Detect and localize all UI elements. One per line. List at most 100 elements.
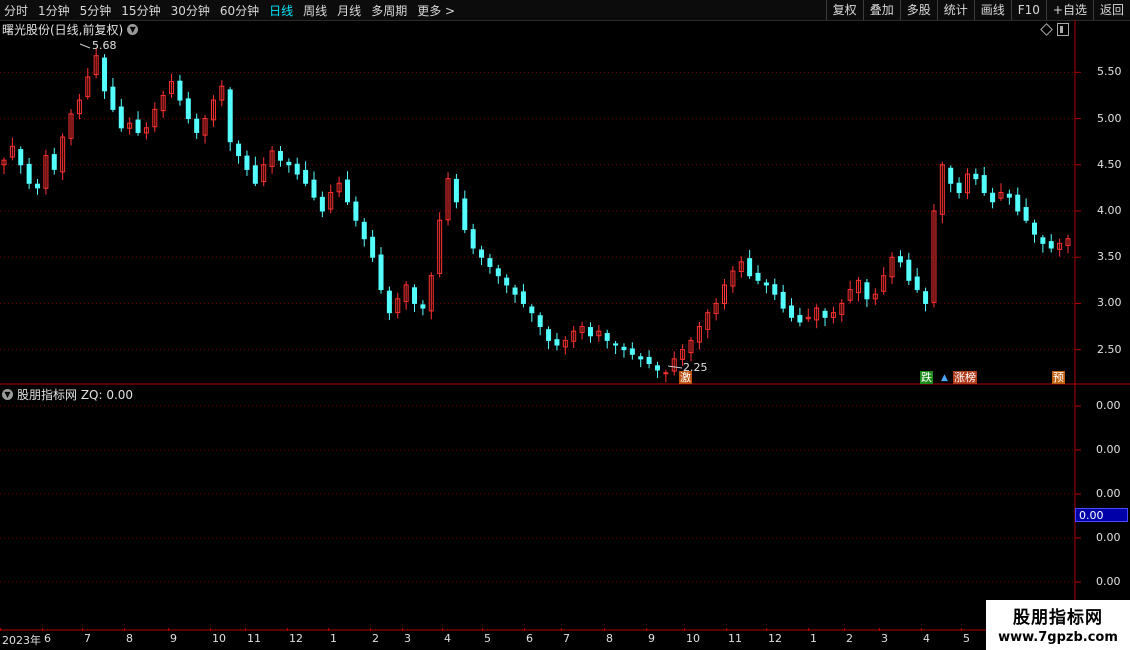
candle	[319, 196, 325, 212]
watermark-url: www.7gpzb.com	[998, 630, 1118, 645]
candle	[990, 192, 996, 203]
fall-badge[interactable]: 跌	[920, 371, 933, 384]
date-tick: 8	[606, 632, 613, 645]
candle	[462, 198, 468, 230]
candle	[956, 182, 962, 194]
candle	[981, 175, 987, 194]
candle	[1031, 222, 1037, 235]
price-tick: 5.00	[1097, 111, 1122, 125]
date-tick: 1	[810, 632, 817, 645]
candle	[629, 348, 635, 355]
hot-badge[interactable]: 激	[679, 371, 692, 384]
candle	[948, 167, 954, 184]
current-value-box: 0.00	[1075, 508, 1128, 522]
date-tick: 7	[84, 632, 91, 645]
date-tick: 5	[484, 632, 491, 645]
date-tick: 4	[923, 632, 930, 645]
candle	[412, 287, 418, 304]
candle	[420, 304, 426, 309]
candle	[755, 272, 761, 281]
price-tick: 4.00	[1097, 204, 1122, 217]
date-tick: 2	[846, 632, 853, 645]
candle	[344, 179, 350, 203]
watermark: 股朋指标网 www.7gpzb.com	[986, 600, 1130, 650]
watermark-title: 股朋指标网	[1013, 608, 1103, 628]
date-tick: 7	[563, 632, 570, 645]
indicator-label: 股朋指标网 ZQ: 0.00	[17, 388, 134, 402]
candle	[26, 163, 32, 184]
candle	[1040, 237, 1046, 244]
candle	[772, 284, 778, 295]
candle	[185, 98, 191, 120]
candle	[1023, 206, 1029, 221]
candle	[118, 106, 124, 129]
date-tick: 12	[289, 632, 303, 645]
chevron-down-icon[interactable]: ▼	[2, 389, 13, 400]
candle	[487, 258, 493, 267]
candle	[520, 291, 526, 304]
candle	[529, 306, 535, 314]
date-tick: 11	[728, 632, 742, 645]
candle	[780, 291, 786, 309]
candle	[822, 310, 828, 318]
indicator-tick: 0.00	[1096, 399, 1121, 412]
candle	[604, 333, 610, 341]
candle	[897, 256, 903, 263]
candle	[227, 89, 233, 143]
candle	[286, 161, 292, 166]
candle	[470, 229, 476, 249]
price-tick: 3.50	[1097, 250, 1122, 264]
candle	[646, 356, 652, 365]
date-tick: 10	[212, 632, 226, 645]
candle	[370, 236, 376, 258]
candle	[495, 268, 501, 277]
high-leader	[79, 43, 91, 49]
price-chart[interactable]	[0, 0, 1130, 650]
date-tick: 6	[526, 632, 533, 645]
candle	[177, 80, 183, 101]
candle	[51, 154, 57, 170]
price-tick: 4.50	[1097, 157, 1122, 171]
low-leader	[667, 365, 683, 369]
candle	[35, 183, 41, 189]
candle	[311, 179, 317, 198]
candle	[923, 291, 929, 304]
candle	[621, 346, 627, 351]
candle	[546, 329, 552, 341]
candle	[353, 201, 359, 221]
indicator-tick: 0.00	[1096, 487, 1121, 500]
indicator-title: ▼ 股朋指标网 ZQ: 0.00	[2, 386, 133, 403]
date-tick: 10	[686, 632, 700, 645]
candle	[906, 259, 912, 281]
candle	[135, 119, 141, 133]
rise-list-badge[interactable]: 涨榜	[953, 371, 977, 384]
candle	[797, 314, 803, 323]
date-tick: 1	[330, 632, 337, 645]
candle	[504, 277, 510, 286]
date-tick: 9	[170, 632, 177, 645]
price-tick: 3.00	[1097, 296, 1122, 310]
candle	[973, 173, 979, 180]
indicator-tick: 0.00	[1096, 443, 1121, 456]
candle	[763, 282, 769, 286]
date-tick: 4	[444, 632, 451, 645]
candle	[453, 178, 459, 203]
candle	[587, 327, 593, 337]
candle	[789, 305, 795, 318]
indicator-tick: 0.00	[1096, 575, 1121, 588]
candle	[638, 356, 644, 360]
candle	[512, 287, 518, 295]
date-tick: 6	[44, 632, 51, 645]
date-tick: 2023年	[2, 634, 41, 647]
candle	[194, 118, 200, 133]
candle	[110, 86, 116, 110]
date-tick: 12	[768, 632, 782, 645]
date-axis: 2023年 6 7 8 9 10 11 12 1 2 3 4 5 6 7 8 9 10 11 12 1 2 3 4 5	[0, 628, 1075, 647]
candle	[914, 276, 920, 291]
date-tick: 2	[372, 632, 379, 645]
high-price-label: 5.68	[92, 39, 117, 52]
forecast-badge[interactable]: 预	[1052, 371, 1065, 384]
candle	[244, 155, 250, 170]
candle	[613, 343, 619, 346]
date-tick: 3	[404, 632, 411, 645]
